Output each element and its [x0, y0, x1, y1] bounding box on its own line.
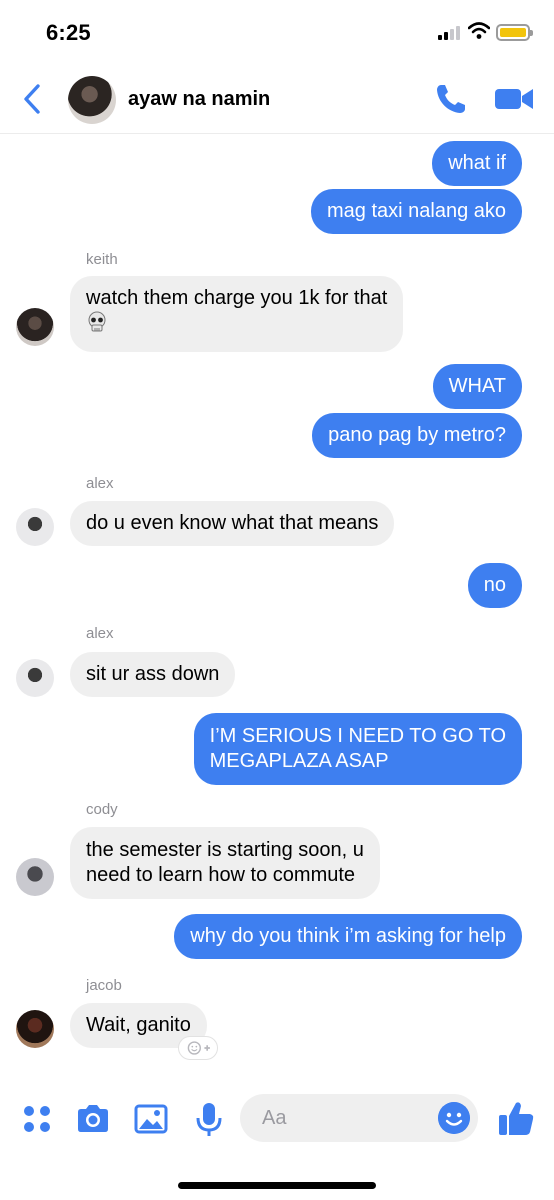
outgoing-message[interactable]: I’M SERIOUS I NEED TO GO TO MEGAPLAZA AS…: [193, 713, 522, 785]
smiley-icon[interactable]: [438, 1102, 470, 1134]
outgoing-message[interactable]: mag taxi nalang ako: [310, 189, 522, 234]
home-indicator: [178, 1182, 376, 1189]
sender-name: keith: [86, 251, 118, 268]
incoming-message[interactable]: sit ur ass down: [70, 652, 236, 697]
outgoing-message[interactable]: WHAT: [432, 364, 522, 409]
outgoing-message[interactable]: pano pag by metro?: [312, 413, 522, 458]
sender-avatar[interactable]: [16, 858, 54, 896]
sender-avatar[interactable]: [16, 308, 54, 346]
sender-avatar[interactable]: [16, 1010, 54, 1048]
message-input[interactable]: Aa: [240, 1094, 478, 1142]
image-icon[interactable]: [132, 1100, 170, 1138]
video-camera-icon[interactable]: [494, 86, 534, 112]
chevron-left-icon[interactable]: [20, 82, 46, 116]
wifi-icon: [468, 22, 490, 39]
message-placeholder: Aa: [262, 1107, 287, 1129]
status-time: 6:25: [46, 20, 91, 45]
incoming-message[interactable]: do u even know what that means: [70, 501, 395, 546]
message-text: watch them charge you 1k for that: [86, 287, 388, 309]
message-line: need to learn how to commute: [86, 864, 356, 886]
sender-name: cody: [86, 801, 118, 818]
outgoing-message[interactable]: why do you think i’m asking for help: [174, 914, 522, 959]
four-dots-icon[interactable]: [18, 1100, 56, 1138]
sender-name: alex: [86, 625, 114, 642]
camera-icon[interactable]: [74, 1100, 112, 1138]
message-line: MEGAPLAZA ASAP: [209, 750, 389, 772]
outgoing-message[interactable]: no: [467, 563, 522, 608]
message-line: the semester is starting soon, u: [86, 839, 364, 861]
sender-name: jacob: [86, 977, 122, 994]
group-avatar[interactable]: [68, 76, 116, 124]
cellular-signal-icon: [438, 26, 462, 40]
sender-avatar[interactable]: [16, 508, 54, 546]
chat-title[interactable]: ayaw na namin: [128, 88, 270, 111]
battery-icon: [496, 24, 533, 41]
message-composer: Aa: [0, 1090, 554, 1160]
status-bar: 6:25: [0, 0, 554, 62]
outgoing-message[interactable]: what if: [432, 141, 522, 186]
chat-header: ayaw na namin: [0, 62, 554, 134]
sender-avatar[interactable]: [16, 659, 54, 697]
skull-emoji-icon: [88, 311, 106, 332]
incoming-message[interactable]: watch them charge you 1k for that: [70, 276, 404, 352]
add-reaction-icon[interactable]: [178, 1036, 218, 1060]
sender-name: alex: [86, 475, 114, 492]
message-line: I’M SERIOUS I NEED TO GO TO: [209, 725, 506, 747]
microphone-icon[interactable]: [190, 1100, 228, 1138]
thumbs-up-icon[interactable]: [496, 1098, 536, 1138]
incoming-message[interactable]: the semester is starting soon, u need to…: [70, 827, 380, 899]
phone-icon[interactable]: [434, 82, 468, 116]
